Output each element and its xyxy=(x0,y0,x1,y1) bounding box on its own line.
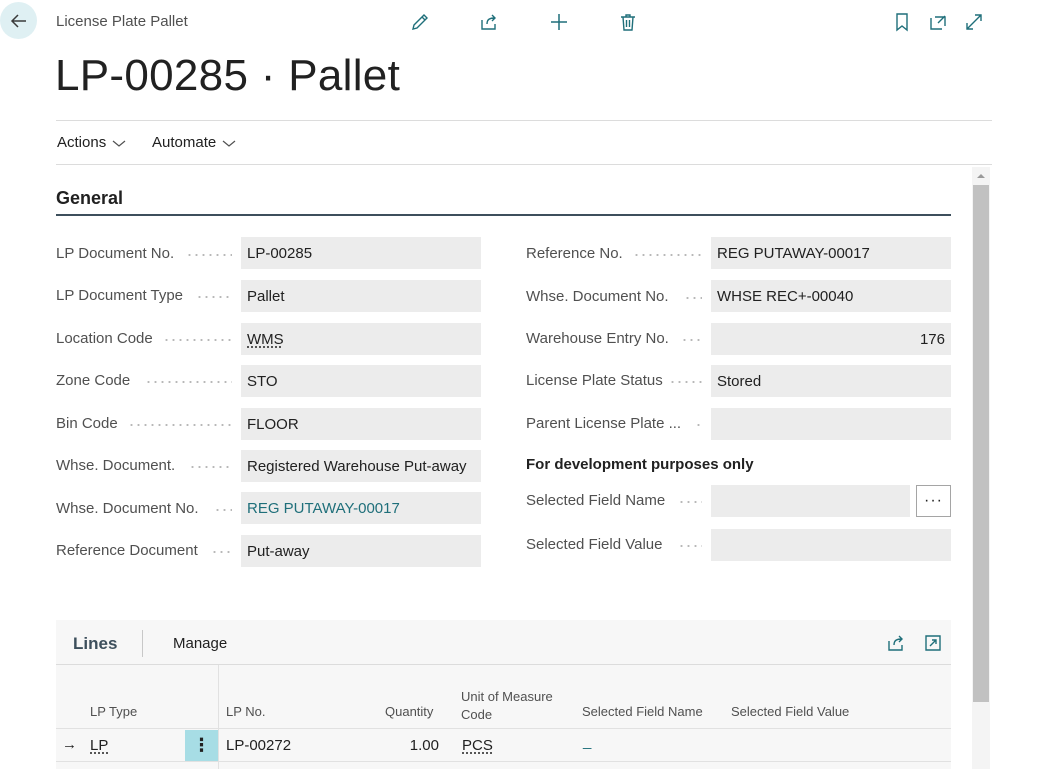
col-header-quantity[interactable]: Quantity xyxy=(385,703,433,721)
title-divider xyxy=(56,120,992,121)
reference-document-label: Reference Document xyxy=(56,542,198,559)
back-arrow-icon xyxy=(10,13,26,28)
field-dots xyxy=(684,297,702,299)
field-dots xyxy=(678,545,702,547)
field-dots xyxy=(669,381,702,383)
automate-menu-label: Automate xyxy=(152,134,217,151)
open-new-window-icon[interactable] xyxy=(926,10,950,34)
breadcrumb: License Plate Pallet xyxy=(56,13,188,30)
location-code-value[interactable]: WMS xyxy=(247,331,284,348)
edit-icon[interactable] xyxy=(408,10,432,34)
field-dots xyxy=(633,254,702,256)
col-header-uom[interactable]: Unit of Measure Code xyxy=(461,688,553,724)
right-whse-document-no-field[interactable]: WHSE REC+-00040 xyxy=(711,280,951,312)
field-dots xyxy=(145,381,232,383)
col-header-lp-type[interactable]: LP Type xyxy=(90,703,137,721)
lp-document-no-label: LP Document No. xyxy=(56,245,175,262)
whse-document-no-link[interactable]: REG PUTAWAY-00017 xyxy=(241,492,481,524)
row-quantity[interactable]: 1.00 xyxy=(397,737,439,754)
add-icon[interactable] xyxy=(547,10,571,34)
field-dots xyxy=(196,296,232,298)
col-header-uom-line2: Code xyxy=(461,707,493,722)
general-section-underline xyxy=(56,214,951,216)
whse-document-field[interactable]: Registered Warehouse Put-away xyxy=(241,450,481,482)
col-header-selected-field-name[interactable]: Selected Field Name xyxy=(582,703,703,721)
row-uom[interactable]: PCS xyxy=(462,737,493,754)
field-dots xyxy=(678,501,702,503)
scroll-up-arrow[interactable] xyxy=(972,168,990,184)
dev-purposes-heading: For development purposes only xyxy=(526,456,754,473)
automate-menu[interactable]: Automate xyxy=(152,134,236,151)
warehouse-entry-no-label: Warehouse Entry No. xyxy=(526,330,669,347)
selected-field-value-label: Selected Field Value xyxy=(526,536,663,553)
scrollbar-thumb[interactable] xyxy=(973,185,989,702)
selected-field-value-field[interactable] xyxy=(711,529,951,561)
delete-icon[interactable] xyxy=(616,10,640,34)
selected-field-name-label: Selected Field Name xyxy=(526,492,666,509)
field-dots xyxy=(163,339,232,341)
field-dots xyxy=(128,424,232,426)
bin-code-field[interactable]: FLOOR xyxy=(241,408,481,440)
location-code-label: Location Code xyxy=(56,330,153,347)
manage-tab[interactable]: Manage xyxy=(173,635,227,652)
bin-code-label: Bin Code xyxy=(56,415,118,432)
field-dots xyxy=(681,339,702,341)
right-whse-document-no-label: Whse. Document No. xyxy=(526,288,669,305)
row-lp-type[interactable]: LP xyxy=(90,737,108,754)
back-button[interactable] xyxy=(0,2,37,39)
grid-header-line xyxy=(56,728,951,729)
menu-divider xyxy=(56,164,992,165)
row-lp-no[interactable]: LP-00272 xyxy=(226,737,291,754)
field-dots xyxy=(695,424,702,426)
expand-icon[interactable] xyxy=(962,10,986,34)
col-header-lp-no[interactable]: LP No. xyxy=(226,703,266,721)
reference-no-field[interactable]: REG PUTAWAY-00017 xyxy=(711,237,951,269)
location-code-field[interactable]: WMS xyxy=(241,323,481,355)
zone-code-label: Zone Code xyxy=(56,372,131,389)
parent-license-plate-field[interactable] xyxy=(711,408,951,440)
lp-document-type-field[interactable]: Pallet xyxy=(241,280,481,312)
share-lines-icon[interactable] xyxy=(884,631,908,655)
field-dots xyxy=(211,551,232,553)
page-title: LP-00285 · Pallet xyxy=(55,51,401,100)
field-dots xyxy=(189,466,232,468)
row-actions-menu-button[interactable]: ⋮ xyxy=(185,730,218,761)
share-icon[interactable] xyxy=(477,10,501,34)
selected-field-name-input[interactable] xyxy=(711,485,910,517)
whse-document-no-label: Whse. Document No. xyxy=(56,500,199,517)
warehouse-entry-no-field[interactable]: 176 xyxy=(711,323,951,355)
grid-row-line xyxy=(56,761,951,762)
lp-document-no-field[interactable]: LP-00285 xyxy=(241,237,481,269)
field-dots xyxy=(214,509,232,511)
lines-tab-separator xyxy=(142,630,143,657)
general-section-title[interactable]: General xyxy=(56,188,123,209)
chevron-down-icon xyxy=(222,140,236,147)
whse-document-label: Whse. Document. xyxy=(56,457,176,474)
field-dots xyxy=(186,254,232,256)
chevron-down-icon xyxy=(112,140,126,147)
grid-frozen-column-divider xyxy=(218,665,219,769)
actions-menu[interactable]: Actions xyxy=(57,134,126,151)
lines-tab[interactable]: Lines xyxy=(73,634,117,654)
actions-menu-label: Actions xyxy=(57,134,107,151)
row-selected-field-name[interactable]: _ xyxy=(583,733,591,750)
reference-no-label: Reference No. xyxy=(526,245,623,262)
col-header-selected-field-value[interactable]: Selected Field Value xyxy=(731,703,849,721)
license-plate-status-label: License Plate Status xyxy=(526,372,663,389)
license-plate-status-field[interactable]: Stored xyxy=(711,365,951,397)
reference-document-field[interactable]: Put-away xyxy=(241,535,481,567)
parent-license-plate-label: Parent License Plate ... xyxy=(526,415,682,432)
bookmark-icon[interactable] xyxy=(890,10,914,34)
lp-document-type-label: LP Document Type xyxy=(56,287,184,304)
col-header-uom-line1: Unit of Measure xyxy=(461,689,553,704)
row-selected-arrow-icon: → xyxy=(62,736,77,753)
zone-code-field[interactable]: STO xyxy=(241,365,481,397)
assist-edit-button[interactable]: ··· xyxy=(916,485,951,517)
expand-lines-icon[interactable] xyxy=(921,631,945,655)
